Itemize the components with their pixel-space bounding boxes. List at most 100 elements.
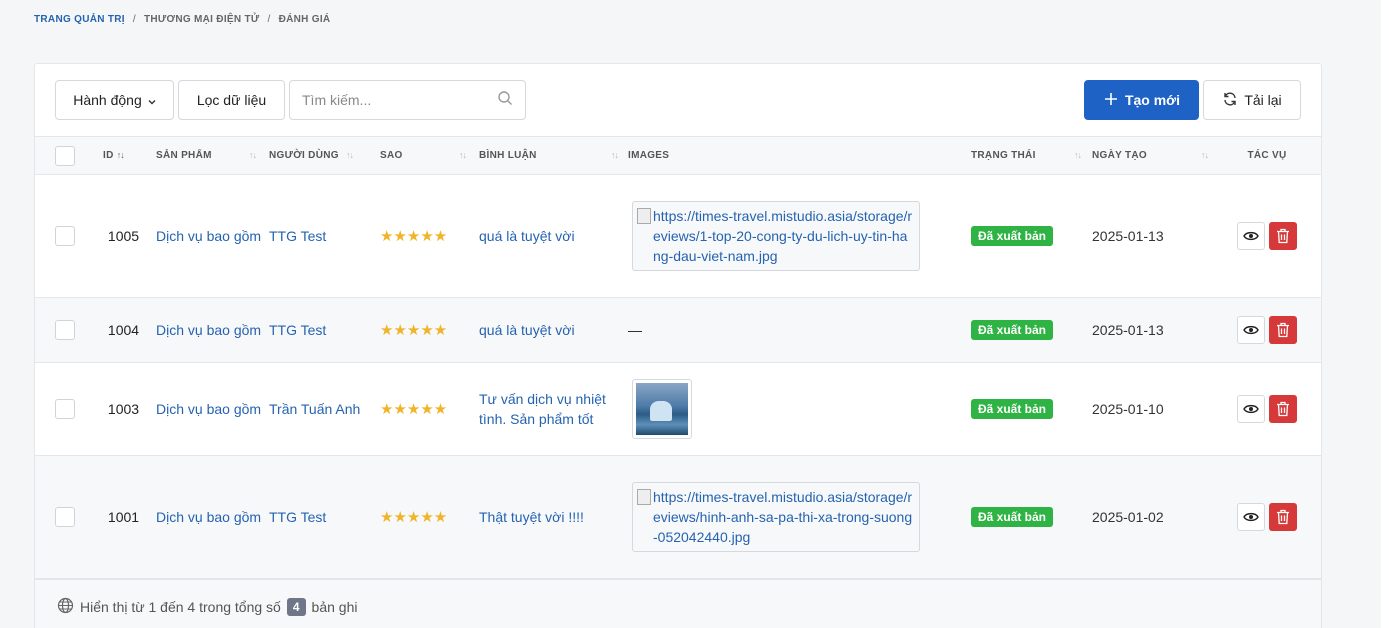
- header-stars[interactable]: SAO ↑↓: [375, 137, 474, 175]
- row-checkbox[interactable]: [55, 226, 75, 246]
- header-product[interactable]: SẢN PHẨM ↑↓: [156, 137, 264, 175]
- row-checkbox[interactable]: [55, 399, 75, 419]
- search-icon[interactable]: [497, 90, 513, 111]
- review-image-thumbnail[interactable]: [632, 379, 692, 439]
- delete-button[interactable]: [1269, 316, 1297, 344]
- row-actions: [1213, 503, 1321, 531]
- status-badge: Đã xuất bản: [971, 507, 1054, 527]
- breadcrumb-section[interactable]: THƯƠNG MẠI ĐIỆN TỬ: [144, 14, 260, 25]
- action-dropdown-button[interactable]: Hành động: [55, 80, 174, 120]
- action-label: Hành động: [73, 92, 142, 108]
- status-badge: Đã xuất bản: [971, 399, 1054, 419]
- review-image[interactable]: https://times-travel.mistudio.asia/stora…: [632, 201, 920, 271]
- sort-icon: ↑↓: [1074, 150, 1082, 160]
- row-id: 1005: [91, 174, 156, 298]
- status-badge: Đã xuất bản: [971, 320, 1054, 340]
- product-link[interactable]: Dịch vụ bao gồm: [156, 507, 264, 527]
- header-comment[interactable]: BÌNH LUẬN ↑↓: [474, 137, 628, 175]
- chevron-down-icon: [148, 92, 156, 108]
- eye-icon: [1243, 231, 1259, 241]
- header-images: IMAGES: [628, 150, 670, 161]
- row-checkbox[interactable]: [55, 507, 75, 527]
- created-date: 2025-01-10: [1087, 362, 1213, 456]
- created-date: 2025-01-02: [1087, 455, 1213, 579]
- trash-icon: [1277, 322, 1289, 338]
- header-created[interactable]: NGÀY TẠO ↑↓: [1087, 137, 1213, 175]
- header-id[interactable]: ID ↑↓: [91, 137, 156, 175]
- create-label: Tạo mới: [1124, 92, 1181, 108]
- search-input[interactable]: [302, 92, 497, 108]
- no-image-placeholder: —: [628, 322, 642, 338]
- star-rating: ★★★★★: [380, 228, 448, 245]
- row-id: 1004: [91, 297, 156, 363]
- reviews-table: ID ↑↓ SẢN PHẨM ↑↓ NGƯỜI DÙNG ↑↓ SAO ↑↓ BÌNH…: [35, 136, 1321, 579]
- table-row: 1004 Dịch vụ bao gồm TTG Test ★★★★★ quá …: [35, 297, 1321, 363]
- delete-button[interactable]: [1269, 395, 1297, 423]
- pagination-info: Hiển thị từ 1 đến 4 trong tổng số: [80, 598, 281, 615]
- search-box: [289, 80, 526, 120]
- delete-button[interactable]: [1269, 503, 1297, 531]
- row-actions: [1213, 222, 1321, 250]
- sort-icon: ↑↓: [459, 150, 467, 160]
- select-all-checkbox[interactable]: [55, 145, 75, 166]
- create-button[interactable]: Tạo mới: [1084, 80, 1199, 120]
- trash-icon: [1277, 401, 1289, 417]
- status-badge: Đã xuất bản: [971, 226, 1054, 246]
- reload-button[interactable]: Tải lại: [1203, 80, 1301, 120]
- thumbnail-photo: [636, 383, 688, 435]
- sort-icon: ↑↓: [1201, 150, 1209, 160]
- view-button[interactable]: [1237, 395, 1265, 423]
- select-all-header: [35, 137, 91, 175]
- comment-link[interactable]: quá là tuyệt vời: [479, 320, 628, 340]
- refresh-icon: [1222, 91, 1238, 110]
- row-checkbox[interactable]: [55, 320, 75, 340]
- comment-link[interactable]: Tư vấn dịch vụ nhiệt tình. Sản phẩm tốt: [479, 389, 628, 429]
- plus-icon: [1103, 91, 1119, 110]
- sort-icon: ↑↓: [611, 150, 619, 160]
- user-link[interactable]: TTG Test: [269, 320, 375, 340]
- view-button[interactable]: [1237, 222, 1265, 250]
- trash-icon: [1277, 228, 1289, 244]
- delete-button[interactable]: [1269, 222, 1297, 250]
- review-image[interactable]: https://times-travel.mistudio.asia/stora…: [632, 482, 920, 552]
- eye-icon: [1243, 404, 1259, 414]
- table-row: 1003 Dịch vụ bao gồm Trần Tuấn Anh ★★★★★…: [35, 362, 1321, 456]
- user-link[interactable]: Trần Tuấn Anh: [269, 399, 375, 419]
- table-row: 1001 Dịch vụ bao gồm TTG Test ★★★★★ Thật…: [35, 455, 1321, 579]
- row-id: 1003: [91, 362, 156, 456]
- toolbar: Hành động Lọc dữ liệu Tạo mới Tải lại: [55, 80, 1301, 120]
- eye-icon: [1243, 512, 1259, 522]
- total-count-badge: 4: [286, 597, 306, 616]
- product-link[interactable]: Dịch vụ bao gồm: [156, 399, 264, 419]
- filter-button[interactable]: Lọc dữ liệu: [178, 80, 285, 120]
- globe-icon: [57, 597, 74, 617]
- table-row: 1005 Dịch vụ bao gồm TTG Test ★★★★★ quá …: [35, 174, 1321, 298]
- view-button[interactable]: [1237, 503, 1265, 531]
- product-link[interactable]: Dịch vụ bao gồm: [156, 226, 264, 246]
- breadcrumb-root[interactable]: TRANG QUẢN TRỊ: [34, 14, 125, 25]
- broken-image-icon: [637, 489, 651, 505]
- view-button[interactable]: [1237, 316, 1265, 344]
- sort-icon: ↑↓: [249, 150, 257, 160]
- breadcrumb-separator: /: [267, 14, 271, 25]
- product-link[interactable]: Dịch vụ bao gồm: [156, 320, 264, 340]
- star-rating: ★★★★★: [380, 509, 448, 526]
- comment-link[interactable]: Thật tuyệt vời !!!!: [479, 507, 628, 527]
- header-user[interactable]: NGƯỜI DÙNG ↑↓: [264, 137, 375, 175]
- user-link[interactable]: TTG Test: [269, 507, 375, 527]
- user-link[interactable]: TTG Test: [269, 226, 375, 246]
- page-scrollbar[interactable]: [1381, 0, 1389, 628]
- eye-icon: [1243, 325, 1259, 335]
- header-actions: TÁC VỤ: [1247, 150, 1287, 161]
- breadcrumb: TRANG QUẢN TRỊ / THƯƠNG MẠI ĐIỆN TỬ / ĐÁ…: [34, 14, 330, 25]
- row-actions: [1213, 316, 1321, 344]
- breadcrumb-separator: /: [132, 14, 136, 25]
- row-actions: [1213, 395, 1321, 423]
- comment-link[interactable]: quá là tuyệt vời: [479, 226, 628, 246]
- image-url: https://times-travel.mistudio.asia/stora…: [653, 208, 913, 264]
- trash-icon: [1277, 509, 1289, 525]
- pagination-suffix: bản ghi: [311, 598, 358, 615]
- header-status[interactable]: TRẠNG THÁI ↑↓: [966, 137, 1087, 175]
- reload-label: Tải lại: [1244, 92, 1282, 108]
- table-header-row: ID ↑↓ SẢN PHẨM ↑↓ NGƯỜI DÙNG ↑↓ SAO ↑↓ BÌNH…: [35, 136, 1321, 175]
